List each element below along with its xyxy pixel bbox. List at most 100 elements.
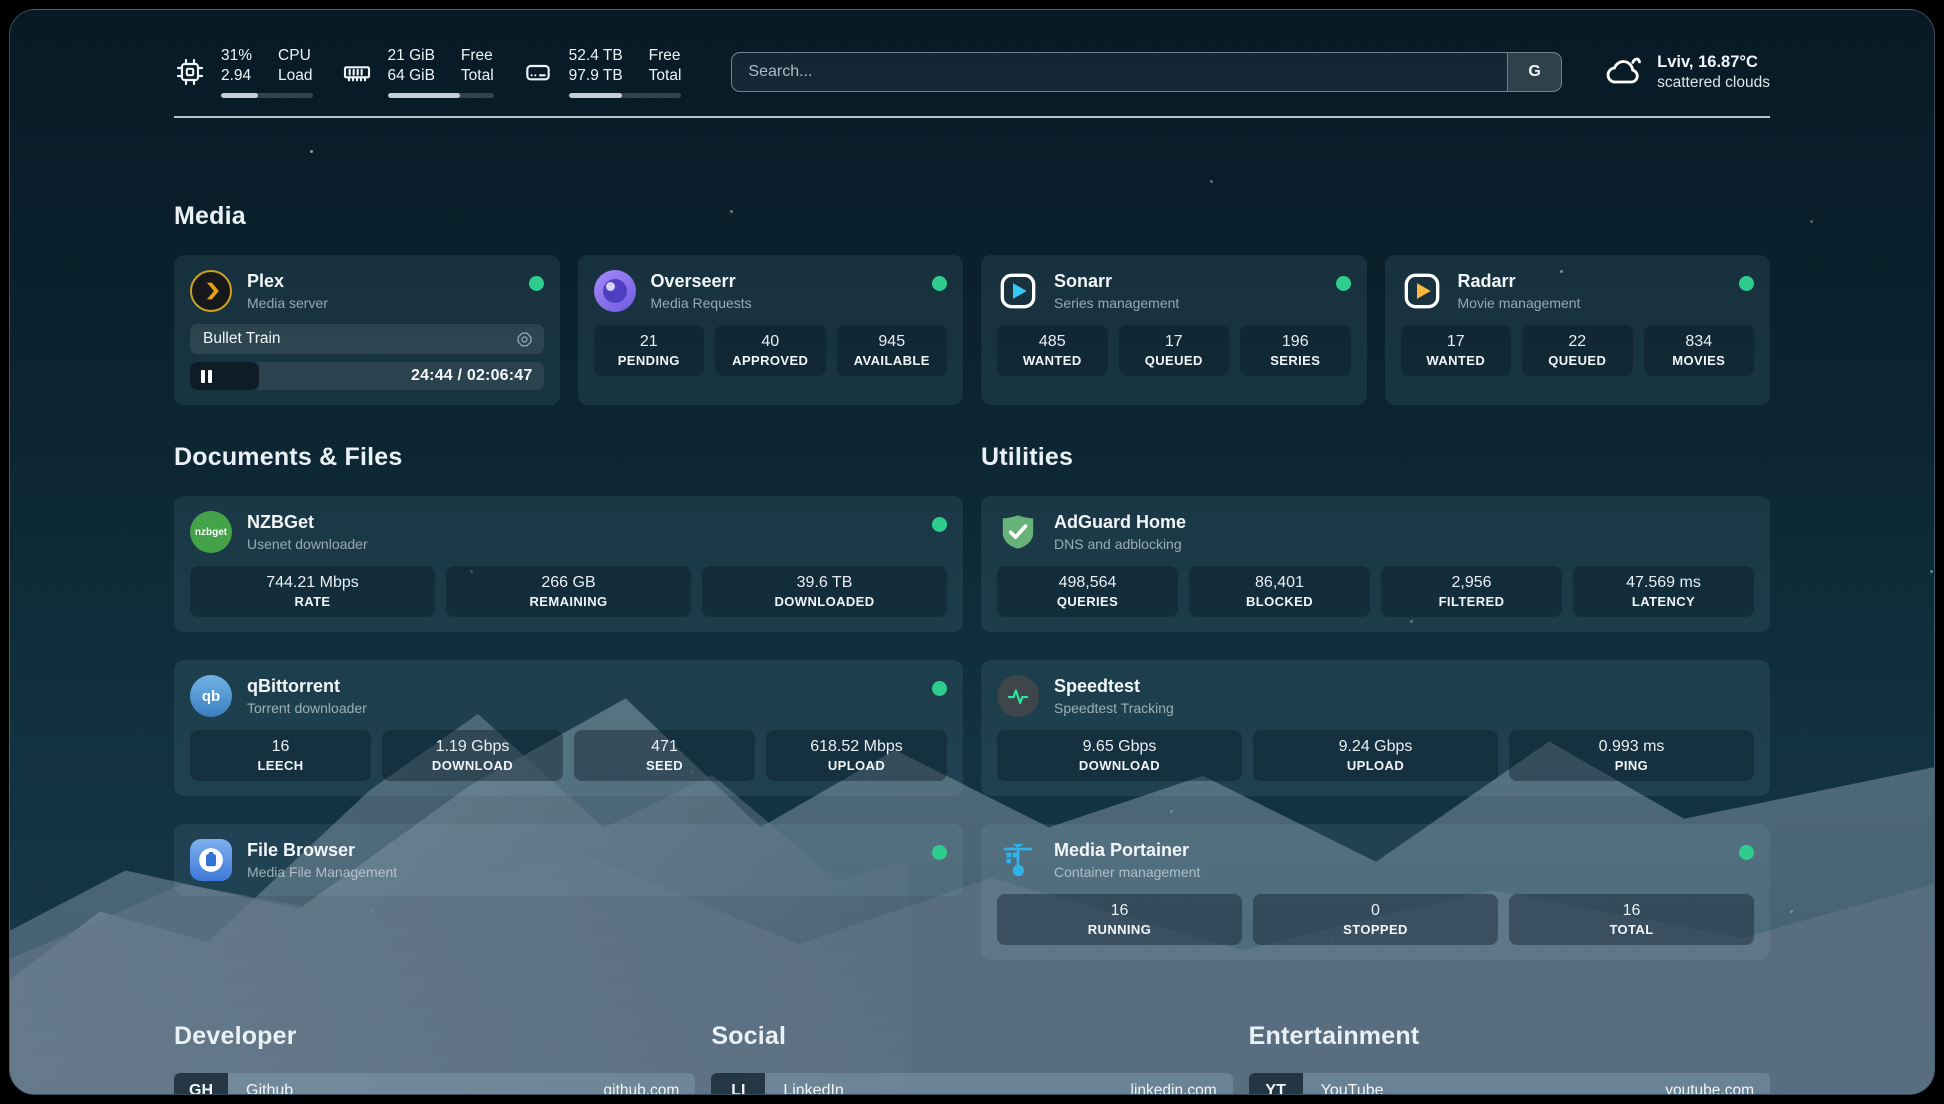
- stat-tile: 834 MOVIES: [1644, 325, 1755, 376]
- search-bar: G: [731, 52, 1562, 92]
- pause-icon[interactable]: [201, 370, 212, 383]
- search-input[interactable]: [732, 53, 1507, 91]
- stat-label: QUEUED: [1532, 353, 1623, 368]
- stat-value: 47.569 ms: [1583, 574, 1744, 592]
- app-stats: 16 LEECH 1.19 Gbps DOWNLOAD 471 SEED 618…: [190, 730, 947, 781]
- stat-label: PENDING: [604, 353, 695, 368]
- app-stats: 21 PENDING 40 APPROVED 945 AVAILABLE: [594, 325, 948, 376]
- section-title-entertainment: Entertainment: [1249, 1022, 1770, 1051]
- playback-progress-fill: [190, 362, 259, 390]
- app-card[interactable]: Speedtest Speedtest Tracking 9.65 Gbps D…: [981, 660, 1770, 796]
- stat-value: 485: [1007, 333, 1098, 351]
- stat-value: 21: [604, 333, 695, 351]
- stat-tile: 2,956 FILTERED: [1381, 566, 1562, 617]
- stat-tile: 16 LEECH: [190, 730, 371, 781]
- app-desc: Media File Management: [247, 864, 917, 880]
- app-card[interactable]: Sonarr Series management 485 WANTED 17 Q…: [981, 255, 1367, 405]
- app-card[interactable]: Media Portainer Container management 16 …: [981, 824, 1770, 960]
- bookmark-link-row[interactable]: LI LinkedIn linkedin.com: [711, 1073, 1232, 1095]
- app-name: File Browser: [247, 840, 917, 861]
- stat-value: 17: [1129, 333, 1220, 351]
- ram-labels: FreeTotal: [461, 46, 494, 86]
- stat-label: UPLOAD: [1263, 758, 1488, 773]
- stat-label: REMAINING: [456, 594, 681, 609]
- stat-value: 16: [200, 738, 361, 756]
- developer-links: GH Github github.com SO StackOverflow st…: [174, 1073, 695, 1095]
- dashboard-window: 31%2.94 CPULoad 21 GiB64 GiB FreeTotal: [9, 9, 1935, 1095]
- stat-value: 498,564: [1007, 574, 1168, 592]
- stat-tile: 0 STOPPED: [1253, 894, 1498, 945]
- app-name: Overseerr: [651, 271, 918, 292]
- stat-tile: 21 PENDING: [594, 325, 705, 376]
- app-stats: 17 WANTED 22 QUEUED 834 MOVIES: [1401, 325, 1755, 376]
- stat-tile: 471 SEED: [574, 730, 755, 781]
- status-online-dot: [1336, 276, 1351, 291]
- stat-label: DOWNLOAD: [1007, 758, 1232, 773]
- stat-tile: 9.65 Gbps DOWNLOAD: [997, 730, 1242, 781]
- stat-tile: 16 RUNNING: [997, 894, 1242, 945]
- stat-label: MOVIES: [1654, 353, 1745, 368]
- stat-label: WANTED: [1007, 353, 1098, 368]
- bookmark-link-row[interactable]: GH Github github.com: [174, 1073, 695, 1095]
- documents-column: Documents & Files nzbget NZBGet Usenet d…: [174, 443, 963, 960]
- section-title-social: Social: [711, 1022, 1232, 1051]
- app-stats: 744.21 Mbps RATE 266 GB REMAINING 39.6 T…: [190, 566, 947, 617]
- stat-value: 16: [1519, 902, 1744, 920]
- stat-value: 86,401: [1199, 574, 1360, 592]
- stat-value: 16: [1007, 902, 1232, 920]
- cloud-moon-icon: [1604, 52, 1644, 92]
- hard-drive-icon: [522, 56, 554, 88]
- app-desc: Media Requests: [651, 295, 918, 311]
- stat-tile: 40 APPROVED: [715, 325, 826, 376]
- stat-tile: 1.19 Gbps DOWNLOAD: [382, 730, 563, 781]
- app-card[interactable]: nzbget NZBGet Usenet downloader 744.21 M…: [174, 496, 963, 632]
- app-name: qBittorrent: [247, 676, 917, 697]
- app-stats: 485 WANTED 17 QUEUED 196 SERIES: [997, 325, 1351, 376]
- session-settings-icon[interactable]: [515, 330, 534, 349]
- app-name: AdGuard Home: [1054, 512, 1754, 533]
- cpu-labels: CPULoad: [278, 46, 312, 86]
- stat-tile: 266 GB REMAINING: [446, 566, 691, 617]
- weather-widget: Lviv, 16.87°C scattered clouds: [1604, 52, 1770, 92]
- app-stats: 9.65 Gbps DOWNLOAD 9.24 Gbps UPLOAD 0.99…: [997, 730, 1754, 781]
- stat-tile: 498,564 QUERIES: [997, 566, 1178, 617]
- disk-values: 52.4 TB97.9 TB: [569, 46, 623, 86]
- media-cards: Plex Media server Bullet Train 24:44 / 0…: [174, 255, 1770, 405]
- stat-tile: 39.6 TB DOWNLOADED: [702, 566, 947, 617]
- playback-progress-bar[interactable]: 24:44 / 02:06:47: [190, 362, 544, 390]
- app-card[interactable]: Plex Media server Bullet Train 24:44 / 0…: [174, 255, 560, 405]
- now-playing-title: Bullet Train: [203, 330, 515, 348]
- stat-value: 22: [1532, 333, 1623, 351]
- app-card[interactable]: qb qBittorrent Torrent downloader 16 LEE…: [174, 660, 963, 796]
- app-card[interactable]: Radarr Movie management 17 WANTED 22 QUE…: [1385, 255, 1771, 405]
- social-column: Social LI LinkedIn linkedin.com TW Twitt…: [711, 1022, 1232, 1095]
- stat-label: FILTERED: [1391, 594, 1552, 609]
- status-online-dot: [932, 681, 947, 696]
- stat-value: 0.993 ms: [1519, 738, 1744, 756]
- app-desc: Series management: [1054, 295, 1321, 311]
- app-name: Speedtest: [1054, 676, 1754, 697]
- stat-value: 1.19 Gbps: [392, 738, 553, 756]
- bookmark-link-row[interactable]: YT YouTube youtube.com: [1249, 1073, 1770, 1095]
- section-title-media: Media: [174, 202, 1770, 231]
- now-playing: Bullet Train 24:44 / 02:06:47: [190, 324, 544, 390]
- stat-value: 17: [1411, 333, 1502, 351]
- app-card[interactable]: AdGuard Home DNS and adblocking 498,564 …: [981, 496, 1770, 632]
- memory-icon: [341, 56, 373, 88]
- disk-progress-bar: [569, 93, 682, 98]
- stat-label: APPROVED: [725, 353, 816, 368]
- link-name: YouTube: [1303, 1073, 1666, 1095]
- app-name: Radarr: [1458, 271, 1725, 292]
- app-card[interactable]: Overseerr Media Requests 21 PENDING 40 A…: [578, 255, 964, 405]
- stat-value: 9.24 Gbps: [1263, 738, 1488, 756]
- stat-value: 0: [1263, 902, 1488, 920]
- stat-label: LATENCY: [1583, 594, 1744, 609]
- stat-tile: 22 QUEUED: [1522, 325, 1633, 376]
- app-card[interactable]: File Browser Media File Management: [174, 824, 963, 896]
- stat-value: 2,956: [1391, 574, 1552, 592]
- stat-tile: 485 WANTED: [997, 325, 1108, 376]
- stat-label: AVAILABLE: [847, 353, 938, 368]
- google-search-button[interactable]: G: [1507, 53, 1561, 91]
- stat-tile: 945 AVAILABLE: [837, 325, 948, 376]
- link-abbreviation: LI: [711, 1073, 765, 1095]
